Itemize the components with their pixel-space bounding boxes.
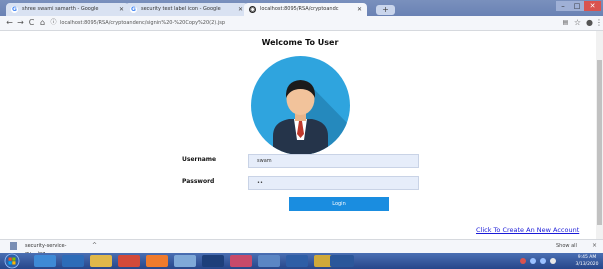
bookmark-star-icon[interactable]: ☆: [572, 17, 583, 29]
windows-start-icon[interactable]: [2, 253, 22, 269]
show-all-link[interactable]: Show all: [556, 242, 584, 250]
media-player-icon[interactable]: [62, 255, 84, 267]
username-label: Username: [182, 156, 217, 163]
app-icon-2[interactable]: [230, 255, 252, 267]
avatar: [251, 56, 350, 155]
system-tray[interactable]: [516, 255, 566, 267]
internet-explorer-icon[interactable]: [34, 255, 56, 267]
volume-icon[interactable]: [550, 258, 556, 264]
download-bar: [0, 239, 603, 253]
google-icon: G: [11, 6, 18, 13]
reload-icon[interactable]: C: [26, 17, 37, 29]
app-icon-3[interactable]: [258, 255, 280, 267]
page-favicon-icon: ◉: [249, 6, 256, 13]
clock-date: 3/13/2020: [575, 262, 599, 267]
back-icon[interactable]: ←: [4, 17, 15, 29]
taskbar-clock[interactable]: 9:45 AM 3/13/2020: [572, 254, 602, 268]
username-field[interactable]: swam: [248, 154, 419, 168]
close-tab-icon[interactable]: ✕: [238, 3, 243, 16]
download-file-name[interactable]: security-service-qu....jpg: [25, 242, 85, 257]
chrome-icon[interactable]: [118, 255, 140, 267]
app-icon-4[interactable]: [286, 255, 308, 267]
create-account-link[interactable]: Click To Create An New Account: [476, 226, 596, 236]
page-title: Welcome To User: [261, 38, 339, 47]
account-icon[interactable]: ●: [584, 17, 595, 29]
address-bar[interactable]: localhost:8095/RSA/cryptoandenc/signin%2…: [60, 18, 580, 28]
tray-icon[interactable]: [520, 258, 526, 264]
clock-time: 9:45 AM: [577, 255, 597, 260]
network-icon[interactable]: [540, 258, 546, 264]
close-tab-icon[interactable]: ✕: [119, 3, 124, 16]
menu-icon[interactable]: ⋮: [595, 17, 603, 29]
tab-title: security text label icon - Google: [141, 6, 221, 12]
firefox-icon[interactable]: [146, 255, 168, 267]
file-explorer-icon[interactable]: [90, 255, 112, 267]
tab-localhost[interactable]: ◉ localhost:8095/RSA/cryptoandc ✕: [244, 3, 367, 16]
scrollbar-thumb[interactable]: [597, 60, 602, 225]
password-label: Password: [182, 178, 215, 185]
forward-icon[interactable]: →: [15, 17, 26, 29]
new-tab-button[interactable]: +: [376, 5, 395, 15]
tray-icon[interactable]: [530, 258, 536, 264]
close-tab-icon[interactable]: ✕: [357, 3, 362, 16]
site-info-icon[interactable]: ⓘ: [48, 17, 59, 29]
word-icon[interactable]: [330, 255, 354, 267]
translate-icon[interactable]: ▤: [560, 17, 571, 29]
user-avatar-icon: [273, 80, 350, 155]
close-download-bar-icon[interactable]: ×: [592, 241, 600, 251]
image-file-icon: [10, 242, 17, 250]
tab-title: shree swami samarth - Google: [22, 6, 99, 12]
tab-google-search-2[interactable]: G security text label icon - Google ✕: [125, 3, 248, 16]
google-icon: G: [130, 6, 137, 13]
maximize-icon[interactable]: □: [570, 1, 584, 11]
minimize-icon[interactable]: –: [556, 1, 570, 11]
close-window-icon[interactable]: ✕: [584, 1, 601, 11]
app-icon[interactable]: [202, 255, 224, 267]
login-button[interactable]: Login: [289, 197, 389, 211]
password-field[interactable]: ••: [248, 176, 419, 190]
tab-google-search-1[interactable]: G shree swami samarth - Google ✕: [6, 3, 129, 16]
home-icon[interactable]: ⌂: [37, 17, 48, 29]
tab-title: localhost:8095/RSA/cryptoandc: [260, 6, 339, 12]
chevron-up-icon[interactable]: ^: [92, 241, 100, 251]
paint-icon[interactable]: [174, 255, 196, 267]
